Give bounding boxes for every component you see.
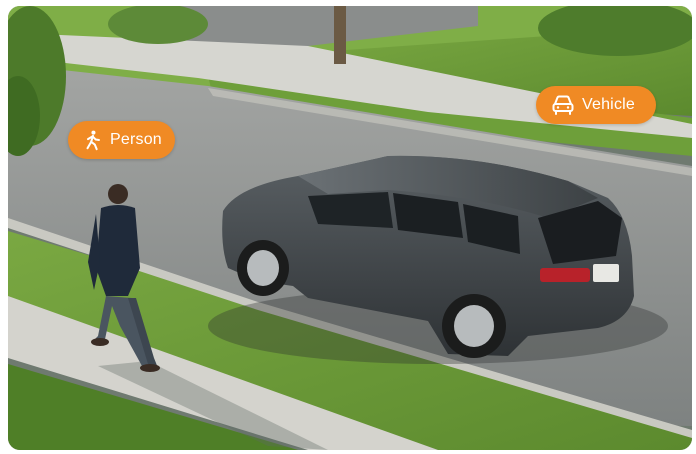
- walking-person-icon: [80, 127, 106, 153]
- street-scene-illustration: [8, 6, 692, 450]
- vehicle-badge-label: Vehicle: [582, 96, 635, 113]
- person-badge-label: Person: [110, 131, 162, 148]
- tree-trunk: [334, 6, 346, 64]
- vehicle-detection-badge: Vehicle: [536, 86, 656, 124]
- car-front-icon: [550, 92, 576, 118]
- camera-image-frame: Person Vehicle: [8, 6, 692, 450]
- person-detection-badge: Person: [68, 121, 175, 159]
